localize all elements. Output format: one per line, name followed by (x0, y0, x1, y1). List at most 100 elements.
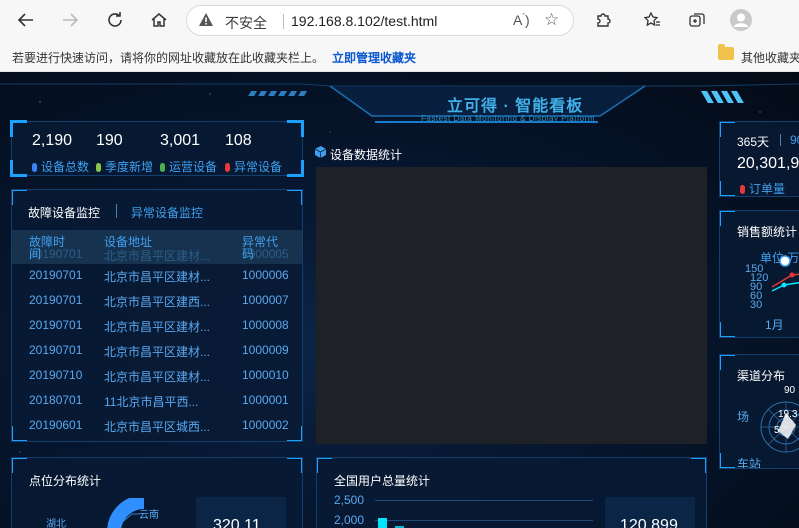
sales-line-chart (771, 255, 799, 292)
order-total-value: 20,301,98 (737, 155, 799, 172)
legend-dot-icon (32, 163, 37, 172)
cell-date: 20180701 (29, 393, 83, 407)
cell-code: 1000001 (242, 393, 289, 407)
dashboard-title: 立可得 · 智能看板 (447, 98, 584, 115)
ghost-row-address: 北京市昌平区建材... (104, 249, 211, 263)
cell-address: 北京市昌平区建材... (104, 345, 211, 359)
user-total-title: 全国用户总量统计 (334, 474, 431, 488)
header-device-address: 设备地址 (104, 235, 153, 249)
cell-date: 20190701 (29, 293, 83, 307)
days-365-label: 365天 (737, 135, 770, 149)
header-fault-time: 故障时间 (29, 235, 66, 261)
stats-panel: 2,190 190 3,001 108 设备总数 季度新增 运营设备 异常设备 (10, 120, 304, 177)
legend-dot-icon (740, 185, 745, 194)
other-favorites[interactable]: 其他收藏夹 (741, 49, 799, 66)
order-label: 订单量 (740, 180, 785, 196)
profile-button[interactable] (727, 6, 755, 34)
cell-address: 北京市昌平区建材... (104, 370, 211, 384)
back-button[interactable] (12, 6, 40, 34)
refresh-button[interactable] (101, 6, 129, 34)
user-total-panel: 全国用户总量统计 2,500 2,000 120,899 (316, 457, 707, 528)
collections-button[interactable] (683, 6, 711, 34)
cell-address: 北京市昌平区建材... (104, 270, 211, 284)
point-dist-title: 点位分布统计 (29, 474, 102, 488)
stat-abnormal-label: 异常设备 (225, 158, 282, 175)
sales-month-label: 1月 (765, 318, 784, 332)
table-header: 20190701 北京市昌平区建材... 1000005 故障时间 设备地址 异… (12, 230, 302, 264)
insecure-label[interactable]: 不安全 (225, 13, 267, 33)
user-axis-tick: 2,000 (334, 513, 365, 527)
url-text[interactable]: 192.168.8.102/test.html (291, 13, 437, 29)
table-row[interactable]: 20180701 11北京市昌平西... 1000001 (12, 388, 302, 413)
favorites-button[interactable] (638, 6, 666, 34)
bookmarks-bar: 若要进行快速访问，请将你的网址收藏放在此收藏夹栏上。 立即管理收藏夹 其他收藏夹 (0, 41, 799, 72)
channel-label: 19.3 (778, 409, 798, 420)
stat-total-label: 设备总数 (32, 158, 89, 175)
device-data-area (316, 167, 707, 444)
channel-label: 场 (737, 410, 750, 424)
sales-title: 销售额统计 (737, 225, 798, 239)
tab-fault-monitor[interactable]: 故障设备监控 (28, 204, 100, 221)
header-error-code: 异常代码 (242, 235, 279, 261)
cube-icon (315, 146, 326, 158)
pie-label-yunnan: 云南 (139, 510, 159, 521)
avatar-icon (730, 9, 752, 31)
read-aloud-icon[interactable]: Aˆ) (513, 12, 530, 28)
cell-code: 1000010 (242, 368, 289, 382)
point-dist-summary: 320,11 (196, 497, 286, 528)
monitor-panel: 故障设备监控 异常设备监控 20190701 北京市昌平区建材... 10000… (11, 189, 303, 442)
address-separator (283, 14, 284, 29)
user-total-value: 120,899 (620, 517, 678, 528)
channel-title: 渠道分布 (737, 369, 786, 383)
cell-code: 1000007 (242, 293, 289, 307)
browser-toolbar: 不安全 192.168.8.102/test.html Aˆ) ☆ (0, 0, 799, 41)
tab-abnormal-monitor[interactable]: 异常设备监控 (131, 204, 203, 221)
browser-chrome: 不安全 192.168.8.102/test.html Aˆ) ☆ 若要进行快速… (0, 0, 799, 72)
manage-favorites-link[interactable]: 立即管理收藏夹 (332, 49, 416, 66)
table-row[interactable]: 20190710 北京市昌平区建材... 1000010 (12, 363, 302, 388)
cell-date: 20190710 (29, 368, 83, 382)
table-row[interactable]: 20190701 北京市昌平区建材... 1000009 (12, 338, 302, 363)
stat-running-value: 3,001 (160, 132, 201, 149)
point-dist-value: 320,11 (213, 517, 261, 528)
channel-label: 5 (774, 425, 780, 436)
dashboard-subtitle: Fastest Data Monitoring & Display Platfo… (421, 114, 595, 123)
cell-address: 北京市昌平区城西... (104, 420, 211, 434)
channel-label: 车站 (737, 457, 762, 469)
dashboard: 立可得 · 智能看板 Fastest Data Monitoring & Dis… (0, 72, 799, 528)
address-bar[interactable]: 不安全 192.168.8.102/test.html Aˆ) ☆ (186, 5, 574, 36)
grid-line (375, 500, 593, 501)
user-total-summary: 120,899 (605, 497, 695, 528)
table-row[interactable]: 20190701 北京市昌平区建材... 1000006 (12, 263, 302, 288)
extensions-button[interactable] (589, 6, 617, 34)
table-row[interactable]: 20190601 北京市昌平区城西... 1000002 (12, 413, 302, 438)
table-row[interactable]: 20190701 北京市昌平区建西... 1000007 (12, 288, 302, 313)
cell-code: 1000008 (242, 318, 289, 332)
warning-icon[interactable] (198, 12, 214, 31)
stat-total-value: 2,190 (32, 132, 73, 149)
tab-divider (116, 204, 117, 218)
bookmarks-hint: 若要进行快速访问，请将你的网址收藏放在此收藏夹栏上。 (12, 51, 325, 65)
sales-panel: 销售额统计 单位:万 150 120 90 60 30 1月 (719, 210, 799, 338)
days-90-label: 90 (790, 133, 799, 147)
legend-dot-icon (96, 163, 101, 172)
pie-label-hubei: 湖北 (46, 519, 66, 528)
cell-address: 11北京市昌平西... (104, 395, 199, 409)
forward-arrow-icon (63, 13, 79, 27)
favorites-star-icon (643, 11, 660, 27)
legend-dot-icon (225, 163, 230, 172)
refresh-icon (108, 12, 122, 27)
channel-label: 90 (784, 385, 796, 396)
channel-panel: 渠道分布 90 场 19.3 5 车站 (719, 354, 799, 469)
puzzle-icon (597, 13, 611, 27)
cell-date: 20190701 (29, 268, 83, 282)
home-button[interactable] (145, 6, 173, 34)
add-favorite-icon[interactable]: ☆ (544, 10, 559, 30)
cell-code: 1000002 (242, 418, 289, 432)
forward-button[interactable] (56, 6, 84, 34)
stat-new-value: 190 (96, 132, 123, 149)
table-row[interactable]: 20190701 北京市昌平区建材... 1000008 (12, 313, 302, 338)
user-axis-tick: 2,500 (334, 493, 365, 507)
stat-new-label: 季度新增 (96, 158, 153, 175)
tab-divider (780, 134, 781, 146)
